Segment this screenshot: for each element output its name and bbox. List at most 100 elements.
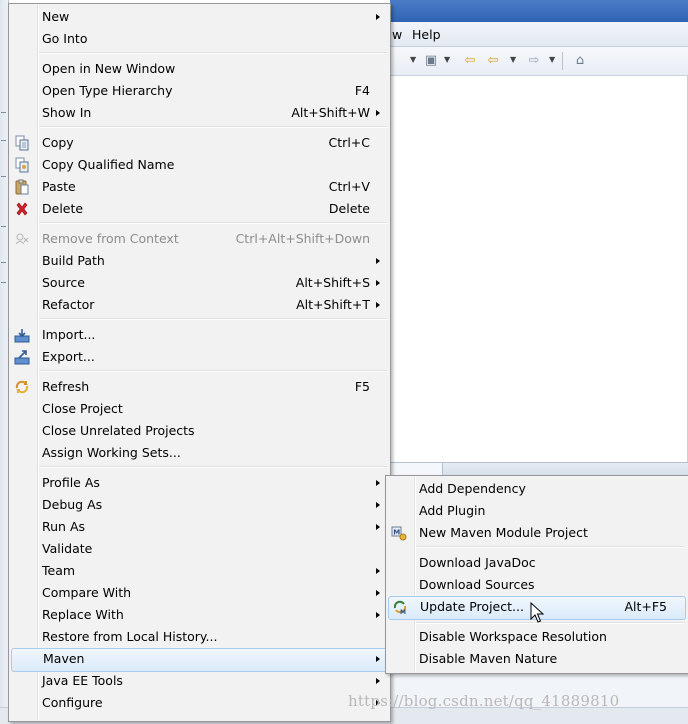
menu-item-label: Build Path: [42, 253, 105, 268]
import-icon: [14, 327, 30, 343]
menu-item-configure[interactable]: Configure: [11, 692, 388, 714]
menu-item-shortcut: Ctrl+C: [328, 135, 370, 150]
menu-item-label: Show In: [42, 105, 92, 120]
menu-item-paste[interactable]: Paste Ctrl+V: [11, 176, 388, 198]
submenu-arrow-icon: [376, 612, 380, 618]
submenu-item-disable-maven-nature[interactable]: Disable Maven Nature: [388, 648, 686, 670]
menu-item-refactor[interactable]: Refactor Alt+Shift+T: [11, 294, 388, 316]
menu-item-validate[interactable]: Validate: [11, 538, 388, 560]
submenu-arrow-icon: [376, 502, 380, 508]
chevron-down-icon[interactable]: ▼: [510, 55, 516, 64]
submenu-arrow-icon: [376, 302, 380, 308]
submenu-item-disable-workspace-resolution[interactable]: Disable Workspace Resolution: [388, 626, 686, 648]
forward-arrow-icon[interactable]: ⇨: [526, 53, 542, 69]
submenu-arrow-icon: [376, 678, 380, 684]
submenu-arrow-icon: [376, 656, 380, 662]
menu-item-shortcut: F4: [354, 83, 370, 98]
menu-item-label: New: [42, 9, 70, 24]
submenu-arrow-icon: [376, 14, 380, 20]
menu-item-delete[interactable]: Delete Delete: [11, 198, 388, 220]
menu-item-label: Close Unrelated Projects: [42, 423, 195, 438]
copy-icon: [14, 135, 30, 151]
submenu-item-download-javadoc[interactable]: Download JavaDoc: [388, 552, 686, 574]
menu-item-label: Source: [42, 275, 85, 290]
maven-submenu: Add Dependency Add Plugin M New Maven Mo…: [385, 475, 688, 674]
menu-item-copy[interactable]: Copy Ctrl+C: [11, 132, 388, 154]
menu-item-java-ee-tools[interactable]: Java EE Tools: [11, 670, 388, 692]
menu-separator: [416, 622, 685, 624]
menu-item-compare-with[interactable]: Compare With: [11, 582, 388, 604]
menu-item-label: Download Sources: [419, 577, 535, 592]
menu-item-shortcut: Delete: [328, 201, 370, 216]
menu-separator: [39, 466, 387, 468]
menu-separator: [39, 318, 387, 320]
menu-item-remove-from-context: Remove from Context Ctrl+Alt+Shift+Down: [11, 228, 388, 250]
menu-item-run-as[interactable]: Run As: [11, 516, 388, 538]
menu-item-assign-working-sets[interactable]: Assign Working Sets...: [11, 442, 388, 464]
menu-item-label: Remove from Context: [42, 231, 179, 246]
menu-item-debug-as[interactable]: Debug As: [11, 494, 388, 516]
menu-item-profile-as[interactable]: Profile As: [11, 472, 388, 494]
menu-item-label: Disable Workspace Resolution: [419, 629, 607, 644]
menu-item-label: Open Type Hierarchy: [42, 83, 173, 98]
menu-item-source[interactable]: Source Alt+Shift+S: [11, 272, 388, 294]
menu-item-label: Maven: [43, 651, 85, 666]
export-icon: [14, 349, 30, 365]
menu-item-close-project[interactable]: Close Project: [11, 398, 388, 420]
ide-toolbar: ▼ ▣ ▼ ⇦ ⇦ ▼ ⇨ ▼ ⌂: [390, 47, 688, 76]
menu-item-label: Go Into: [42, 31, 88, 46]
menu-item-restore-from-local-history[interactable]: Restore from Local History...: [11, 626, 388, 648]
menu-item-team[interactable]: Team: [11, 560, 388, 582]
submenu-item-add-dependency[interactable]: Add Dependency: [388, 478, 686, 500]
menu-item-label: Add Plugin: [419, 503, 486, 518]
copy-qualified-name-icon: [14, 157, 30, 173]
menu-item-label: Java EE Tools: [42, 673, 123, 688]
menu-item-go-into[interactable]: Go Into: [11, 28, 388, 50]
menu-item-show-in[interactable]: Show In Alt+Shift+W: [11, 102, 388, 124]
menu-item-maven[interactable]: Maven: [11, 648, 388, 672]
menu-item-export[interactable]: Export...: [11, 346, 388, 368]
menu-item-label: Profile As: [42, 475, 100, 490]
menu-item-import[interactable]: Import...: [11, 324, 388, 346]
last-edit-icon[interactable]: ⇦: [462, 53, 478, 69]
menu-item-close-unrelated-projects[interactable]: Close Unrelated Projects: [11, 420, 388, 442]
menu-item-refresh[interactable]: Refresh F5: [11, 376, 388, 398]
menu-item-open-type-hierarchy[interactable]: Open Type Hierarchy F4: [11, 80, 388, 102]
editor-area: [390, 76, 688, 462]
update-project-icon: M: [392, 599, 408, 615]
menubar-window-fragment[interactable]: w: [392, 27, 402, 42]
menu-item-copy-qualified-name[interactable]: Copy Qualified Name: [11, 154, 388, 176]
chevron-down-icon[interactable]: ▼: [549, 55, 555, 64]
menu-item-shortcut: Alt+Shift+S: [295, 275, 370, 290]
chevron-down-icon[interactable]: ▼: [410, 55, 416, 64]
menu-item-label: Download JavaDoc: [419, 555, 536, 570]
submenu-item-new-maven-module-project[interactable]: M New Maven Module Project: [388, 522, 686, 544]
menu-item-open-in-new-window[interactable]: Open in New Window: [11, 58, 388, 80]
back-arrow-icon[interactable]: ⇦: [485, 53, 501, 69]
menu-item-label: Debug As: [42, 497, 103, 512]
menu-separator: [39, 222, 387, 224]
submenu-item-download-sources[interactable]: Download Sources: [388, 574, 686, 596]
submenu-arrow-icon: [376, 568, 380, 574]
window-title-bar: [390, 0, 688, 22]
menu-item-replace-with[interactable]: Replace With: [11, 604, 388, 626]
menu-item-label: Paste: [42, 179, 76, 194]
submenu-arrow-icon: [376, 258, 380, 264]
menu-item-shortcut: Alt+Shift+T: [296, 297, 370, 312]
submenu-item-add-plugin[interactable]: Add Plugin: [388, 500, 686, 522]
menu-item-new[interactable]: New: [11, 6, 388, 28]
submenu-arrow-icon: [376, 480, 380, 486]
menu-item-label: Refactor: [42, 297, 95, 312]
new-wizard-icon[interactable]: ▣: [423, 53, 439, 69]
pin-editor-icon[interactable]: ⌂: [572, 53, 588, 69]
menu-item-build-path[interactable]: Build Path: [11, 250, 388, 272]
menu-item-label: Refresh: [42, 379, 90, 394]
menu-item-label: Update Project...: [420, 599, 524, 614]
paste-icon: [14, 179, 30, 195]
menu-item-label: Team: [42, 563, 76, 578]
chevron-down-icon[interactable]: ▼: [444, 55, 450, 64]
menubar-help[interactable]: Help: [412, 27, 441, 42]
menu-item-shortcut: F5: [354, 379, 370, 394]
menu-item-label: Copy: [42, 135, 74, 150]
menu-item-label: Replace With: [42, 607, 124, 622]
